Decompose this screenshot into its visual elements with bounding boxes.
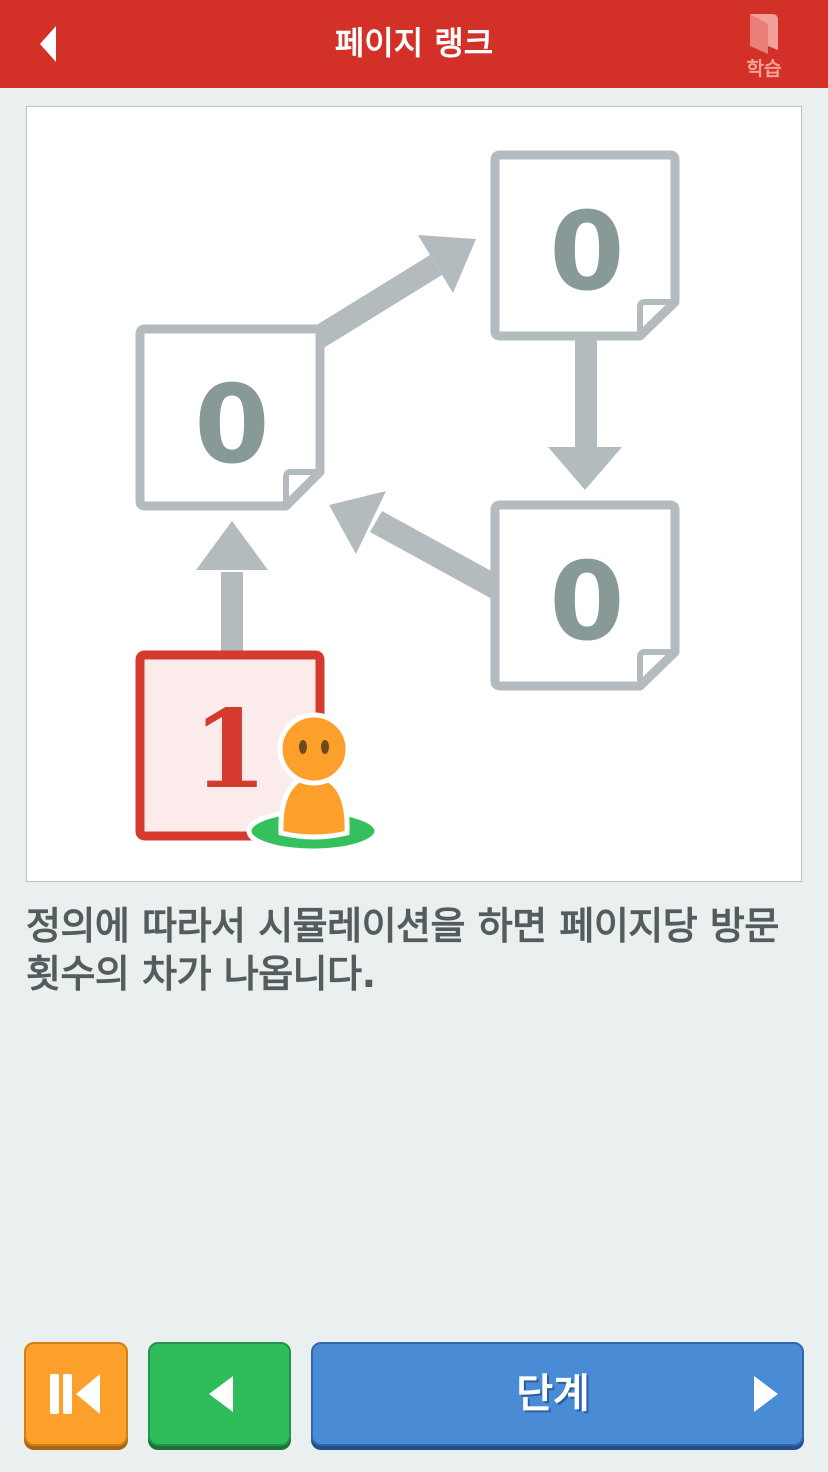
page-bottom-right: 0 [490,500,680,691]
next-step-button[interactable]: 단계 [311,1342,804,1446]
page-left: 0 [135,324,325,511]
page-top-right: 0 [490,150,680,341]
link-top-right-to-bottom-right [548,339,622,490]
back-button[interactable] [22,18,74,70]
page-title: 페이지 랭크 [334,24,494,62]
pagerank-diagram: 0 0 0 1 [26,106,802,882]
previous-button[interactable] [148,1342,291,1446]
link-start-to-left [196,521,268,652]
page-bottom-right-rank: 0 [549,540,624,665]
learn-label: 학습 [746,58,782,80]
next-step-label: 단계 [516,1371,590,1417]
explanation-text: 정의에 따라서 시뮬레이션을 하면 페이지당 방문 횟수의 차가 나옵니다. [26,904,779,996]
play-left-icon [209,1376,233,1412]
top-app-bar: 페이지 랭크 학습 [0,0,828,88]
chevron-left-icon [40,26,56,62]
rewind-button[interactable] [24,1342,128,1446]
page-top-right-rank: 0 [549,190,624,315]
link-bottom-right-to-left [329,491,504,599]
pagerank-diagram-svg: 0 0 0 1 [135,150,680,854]
book-icon [750,14,778,54]
learn-button[interactable]: 학습 [730,10,798,82]
link-left-to-top-right [310,235,476,349]
page-left-rank: 0 [194,363,269,488]
skip-to-start-icon [50,1374,100,1414]
page-start-rank: 1 [192,687,267,813]
play-right-icon [754,1376,778,1412]
